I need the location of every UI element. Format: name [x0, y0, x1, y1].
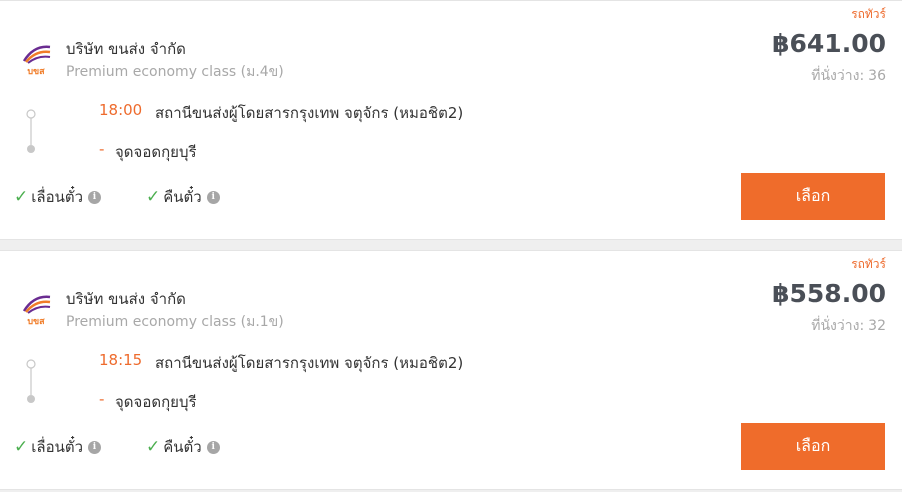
info-icon[interactable]: i — [88, 190, 101, 204]
route-timeline — [26, 359, 36, 403]
company-logo: บขส — [22, 295, 51, 327]
seats-label: ที่นั่งว่าง: — [811, 318, 865, 334]
trip-card: รถทัวร์ บขส บริษัท ขนส่ง จำกัด Premium e… — [0, 0, 902, 240]
available-seats: ที่นั่งว่าง: 32 — [811, 315, 886, 337]
seats-count: 36 — [868, 68, 886, 84]
departure-time: 18:15 — [99, 351, 143, 369]
logo-text: บขส — [27, 67, 45, 77]
check-icon: ✓ — [146, 187, 161, 207]
bus-class: Premium economy class (ม.4ข) — [66, 64, 284, 80]
route-timeline — [26, 109, 36, 153]
select-button[interactable]: เลือก — [741, 423, 885, 470]
bus-type-tag: รถทัวร์ — [851, 257, 886, 271]
refund-label: คืนตั๋ว — [163, 438, 202, 456]
bus-class: Premium economy class (ม.1ข) — [66, 314, 284, 330]
logo-text: บขส — [27, 317, 45, 327]
price: ฿641.00 — [772, 29, 886, 58]
reschedule-policy: ✓ เลื่อนตั๋ว i — [14, 185, 101, 209]
info-icon[interactable]: i — [206, 190, 220, 204]
arrival-time: - — [99, 140, 105, 158]
info-icon[interactable]: i — [206, 440, 220, 454]
arrival-station: จุดจอดกุยบุรี — [115, 143, 197, 161]
refund-policy: ✓ คืนตั๋ว i — [146, 435, 220, 459]
check-icon: ✓ — [146, 437, 161, 457]
info-icon[interactable]: i — [88, 440, 101, 454]
departure-station: สถานีขนส่งผู้โดยสารกรุงเทพ จตุจักร (หมอช… — [155, 104, 464, 122]
check-icon: ✓ — [14, 187, 29, 207]
departure-time: 18:00 — [99, 101, 143, 119]
company-name: บริษัท ขนส่ง จำกัด — [66, 290, 186, 308]
reschedule-label: เลื่อนตั๋ว — [31, 438, 83, 456]
seats-label: ที่นั่งว่าง: — [811, 68, 865, 84]
reschedule-label: เลื่อนตั๋ว — [31, 188, 83, 206]
arrival-station: จุดจอดกุยบุรี — [115, 393, 197, 411]
select-button[interactable]: เลือก — [741, 173, 885, 220]
check-icon: ✓ — [14, 437, 29, 457]
refund-label: คืนตั๋ว — [163, 188, 202, 206]
company-name: บริษัท ขนส่ง จำกัด — [66, 40, 186, 58]
available-seats: ที่นั่งว่าง: 36 — [811, 65, 886, 87]
price: ฿558.00 — [772, 279, 886, 308]
bus-type-tag: รถทัวร์ — [851, 7, 886, 21]
reschedule-policy: ✓ เลื่อนตั๋ว i — [14, 435, 101, 459]
trip-card: รถทัวร์ บขส บริษัท ขนส่ง จำกัด Premium e… — [0, 250, 902, 490]
arrival-time: - — [99, 390, 105, 408]
refund-policy: ✓ คืนตั๋ว i — [146, 185, 220, 209]
departure-station: สถานีขนส่งผู้โดยสารกรุงเทพ จตุจักร (หมอช… — [155, 354, 464, 372]
seats-count: 32 — [868, 318, 886, 334]
company-logo: บขส — [22, 45, 51, 77]
